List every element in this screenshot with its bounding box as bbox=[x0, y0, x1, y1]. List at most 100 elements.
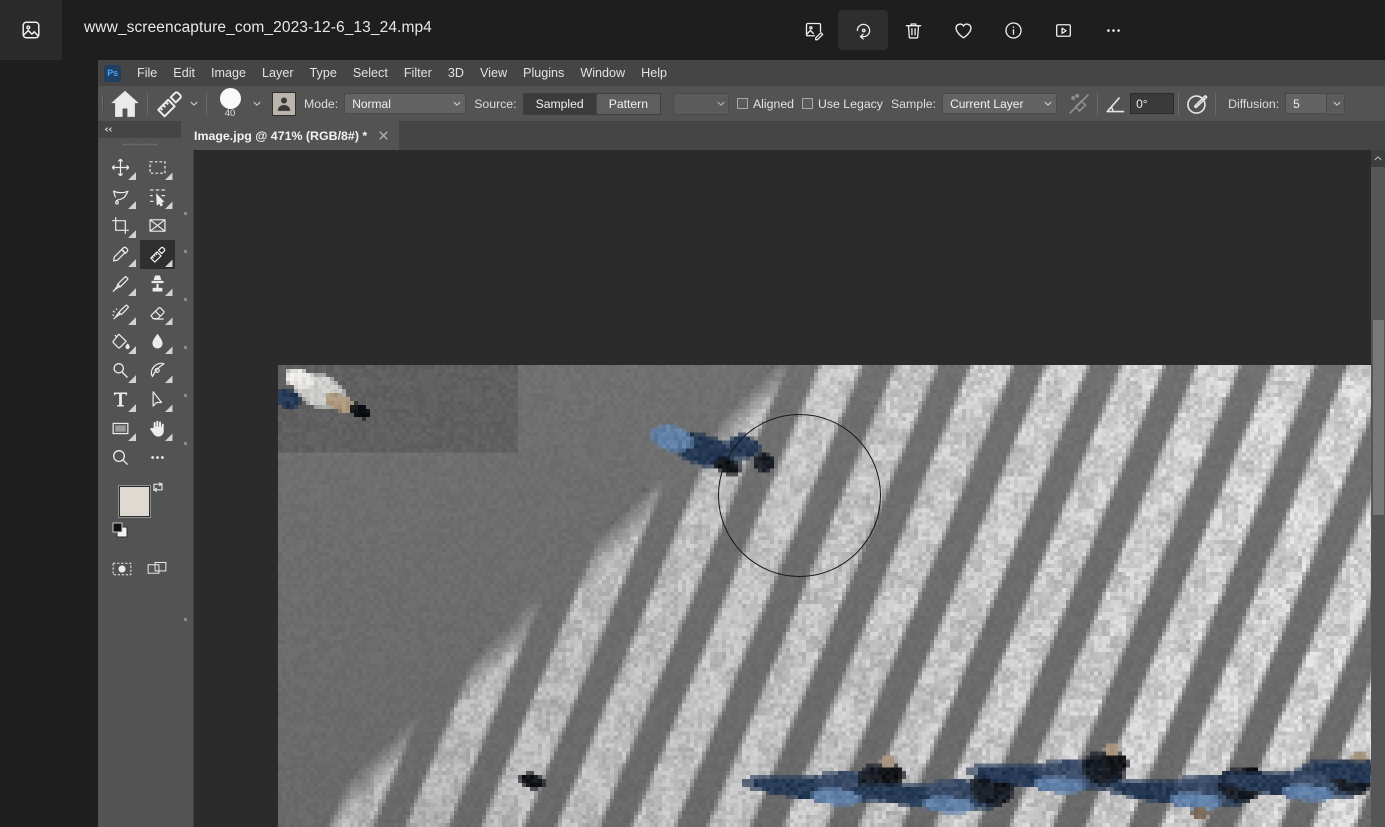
menu-type[interactable]: Type bbox=[302, 60, 345, 86]
document-tab[interactable]: Image.jpg @ 471% (RGB/8#) * bbox=[181, 121, 400, 150]
use-legacy-checkbox[interactable]: Use Legacy bbox=[802, 97, 883, 111]
tools-panel-grip[interactable] bbox=[98, 138, 181, 151]
mode-select[interactable]: Normal bbox=[344, 93, 467, 114]
pattern-picker[interactable] bbox=[272, 91, 296, 116]
home-button[interactable] bbox=[107, 86, 143, 121]
info-button[interactable] bbox=[988, 10, 1038, 50]
history-brush-tool[interactable] bbox=[103, 298, 138, 327]
photos-app-icon[interactable] bbox=[0, 0, 62, 60]
menu-view[interactable]: View bbox=[472, 60, 515, 86]
brush-angle-button[interactable] bbox=[1102, 90, 1130, 118]
patch-tool[interactable] bbox=[139, 240, 175, 269]
sample-select[interactable]: Current Layer bbox=[942, 93, 1058, 114]
source-pattern-button[interactable]: Pattern bbox=[595, 93, 660, 114]
collapse-tools-button[interactable] bbox=[98, 121, 181, 138]
ellipsis-icon bbox=[150, 456, 164, 459]
menu-3d[interactable]: 3D bbox=[440, 60, 472, 86]
tool-preset-dropdown[interactable] bbox=[186, 89, 202, 119]
rectangle-tool[interactable] bbox=[103, 414, 138, 443]
swap-colors-button[interactable] bbox=[151, 480, 165, 494]
quick-mask-button[interactable] bbox=[107, 556, 137, 582]
marquee-icon bbox=[148, 161, 166, 174]
document-canvas-area[interactable] bbox=[181, 150, 1385, 827]
lasso-tool[interactable] bbox=[103, 182, 138, 211]
screen-mode-icon bbox=[147, 561, 167, 574]
edit-image-button[interactable] bbox=[788, 10, 838, 50]
divider bbox=[1215, 92, 1217, 115]
angle-icon bbox=[1106, 96, 1125, 112]
aligned-label: Aligned bbox=[752, 96, 795, 111]
pattern-swatch-dropdown[interactable] bbox=[672, 92, 729, 115]
eraser-tool[interactable] bbox=[140, 298, 175, 327]
clone-stamp-tool[interactable] bbox=[140, 269, 175, 298]
document-tab-title: Image.jpg @ 471% (RGB/8#) * bbox=[194, 128, 368, 143]
brush-tip-shape bbox=[219, 87, 241, 109]
tool-preset-picker[interactable] bbox=[152, 89, 186, 119]
slideshow-button[interactable] bbox=[1038, 10, 1088, 50]
gradient-tool[interactable] bbox=[103, 327, 138, 356]
play-box-icon bbox=[1055, 23, 1071, 37]
more-options-button[interactable] bbox=[1088, 10, 1138, 50]
pen-tool[interactable] bbox=[140, 356, 175, 385]
edit-toolbar-button[interactable] bbox=[140, 443, 175, 472]
lasso-icon bbox=[112, 190, 129, 205]
document-tab-close-button[interactable] bbox=[377, 129, 390, 142]
pressure-size-button[interactable] bbox=[1183, 90, 1211, 118]
color-swatches bbox=[98, 480, 181, 550]
menu-window[interactable]: Window bbox=[572, 60, 633, 86]
source-sampled-button[interactable]: Sampled bbox=[523, 93, 596, 114]
delete-button[interactable] bbox=[888, 10, 938, 50]
default-colors-button[interactable] bbox=[112, 522, 128, 538]
source-label: Source: bbox=[474, 96, 517, 111]
aligned-checkbox[interactable]: Aligned bbox=[736, 96, 795, 111]
foreground-color-swatch[interactable] bbox=[119, 486, 150, 517]
favorite-button[interactable] bbox=[938, 10, 988, 50]
menu-select[interactable]: Select bbox=[345, 60, 396, 86]
brush-tool[interactable] bbox=[103, 269, 138, 298]
horizontal-type-tool[interactable] bbox=[103, 385, 138, 414]
rectangle-shape-icon bbox=[112, 422, 129, 435]
menu-edit[interactable]: Edit bbox=[165, 60, 203, 86]
type-icon bbox=[113, 392, 128, 407]
hand-tool[interactable] bbox=[140, 414, 175, 443]
rectangular-marquee-tool[interactable] bbox=[140, 153, 175, 182]
image-canvas[interactable] bbox=[278, 365, 1385, 827]
zoom-tool[interactable] bbox=[103, 443, 138, 472]
move-tool[interactable] bbox=[103, 153, 138, 182]
pen-icon bbox=[150, 362, 165, 378]
scrollbar-track[interactable] bbox=[1371, 167, 1385, 827]
menu-layer[interactable]: Layer bbox=[254, 60, 302, 86]
menu-filter[interactable]: Filter bbox=[396, 60, 440, 86]
airbrush-toggle-button[interactable] bbox=[1065, 90, 1093, 118]
blur-tool[interactable] bbox=[140, 327, 175, 356]
scrollbar-thumb[interactable] bbox=[1373, 320, 1384, 515]
menu-plugins[interactable]: Plugins bbox=[515, 60, 572, 86]
options-bar-grip[interactable] bbox=[98, 86, 107, 121]
crop-tool[interactable] bbox=[103, 211, 138, 240]
menu-help[interactable]: Help bbox=[633, 60, 675, 86]
path-selection-tool[interactable] bbox=[140, 385, 175, 414]
brush-preset-dropdown[interactable] bbox=[249, 89, 265, 119]
diffusion-select[interactable]: 5 bbox=[1285, 93, 1328, 114]
blur-drop-icon bbox=[151, 333, 163, 349]
menu-file[interactable]: File bbox=[129, 60, 165, 86]
eyedropper-tool[interactable] bbox=[103, 240, 138, 269]
vertical-scrollbar[interactable] bbox=[1371, 150, 1385, 827]
chevron-down-icon bbox=[453, 101, 461, 106]
airbrush-off-icon bbox=[1069, 93, 1090, 114]
diffusion-dropdown[interactable] bbox=[1327, 92, 1346, 115]
hand-icon bbox=[149, 420, 164, 437]
home-icon bbox=[111, 90, 139, 117]
screen-mode-button[interactable] bbox=[142, 556, 172, 582]
rotate-button[interactable] bbox=[838, 10, 888, 50]
brush-size-preview[interactable]: 40 bbox=[211, 86, 249, 121]
diffusion-value: 5 bbox=[1293, 96, 1300, 111]
object-selection-tool[interactable] bbox=[140, 182, 175, 211]
brush-angle-field[interactable]: 0° bbox=[1130, 93, 1175, 114]
frame-tool[interactable] bbox=[140, 211, 175, 240]
scroll-up-button[interactable] bbox=[1371, 150, 1385, 167]
double-chevron-left-icon bbox=[104, 127, 112, 132]
diffusion-label: Diffusion: bbox=[1228, 96, 1280, 111]
menu-image[interactable]: Image bbox=[203, 60, 254, 86]
dodge-tool[interactable] bbox=[103, 356, 138, 385]
